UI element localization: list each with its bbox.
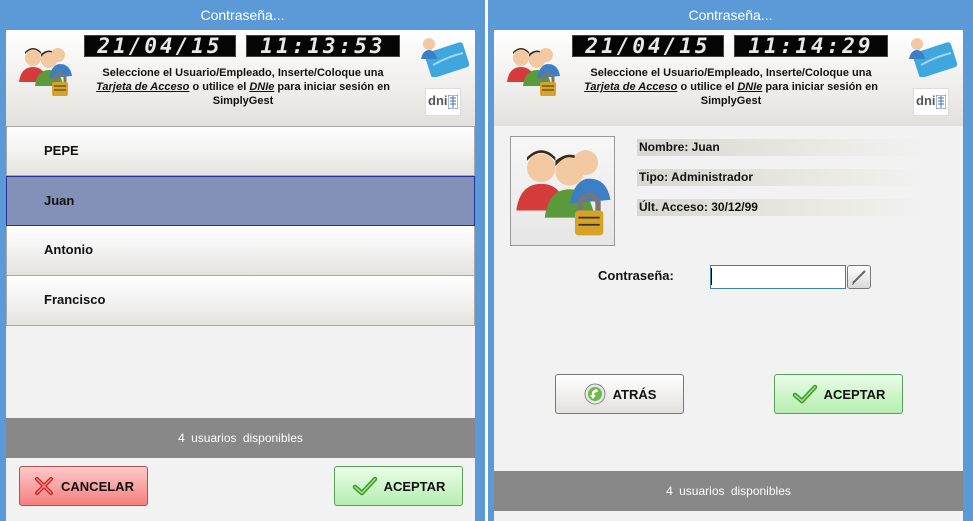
cancel-button[interactable]: CANCELAR <box>19 466 148 506</box>
instructions-text: Seleccione el Usuario/Empleado, Inserte/… <box>572 66 890 108</box>
user-row-antonio[interactable]: Antonio <box>6 226 475 276</box>
checkmark-icon <box>352 476 377 496</box>
keyboard-button[interactable] <box>847 265 871 289</box>
dnie-link[interactable]: DNIe <box>737 81 762 93</box>
instructions-mid: o utilice el <box>677 81 738 93</box>
dnie-logo: dni <box>425 88 461 116</box>
back-arrow-icon <box>584 383 606 405</box>
status-bar: 4 usuarios disponibles <box>494 471 963 511</box>
date-display: 21/04/15 <box>572 35 724 57</box>
header-panel: 21/04/15 11:13:53 Seleccione el Usuario/… <box>6 30 475 126</box>
accept-button-label: ACEPTAR <box>383 478 446 494</box>
window-client-area: 21/04/15 11:14:29 Seleccione el Usuario/… <box>494 30 963 521</box>
instructions-tail: para iniciar sesión en <box>274 81 390 93</box>
time-display: 11:14:29 <box>734 35 888 57</box>
dnie-logo: dni <box>913 88 949 116</box>
instructions-text: Seleccione el Usuario/Empleado, Inserte/… <box>84 66 402 108</box>
access-card-icon <box>421 38 469 77</box>
access-card-link[interactable]: Tarjeta de Acceso <box>584 81 677 93</box>
status-bar: 4 usuarios disponibles <box>6 418 475 458</box>
users-lock-icon <box>19 48 72 96</box>
password-input[interactable] <box>710 265 846 289</box>
password-label: Contraseña: <box>598 268 674 283</box>
user-type-info: Tipo: Administrador <box>637 169 927 186</box>
user-avatar <box>510 136 615 246</box>
date-display: 21/04/15 <box>84 35 236 57</box>
user-row-francisco[interactable]: Francisco <box>6 276 475 326</box>
login-window-user-list: Contraseña... 21/04/15 11:13:53 Seleccio… <box>0 0 485 521</box>
users-lock-icon <box>507 48 560 96</box>
instructions-tail: para iniciar sesión en <box>762 81 878 93</box>
instructions-app-name: SimplyGest <box>700 95 762 107</box>
back-button[interactable]: ATRÁS <box>555 374 684 414</box>
close-x-icon <box>35 477 54 495</box>
keyboard-pen-icon <box>852 270 866 285</box>
user-row-pepe[interactable]: PEPE <box>6 126 475 176</box>
instructions-line1: Seleccione el Usuario/Empleado, Inserte/… <box>102 67 384 79</box>
instructions-app-name: SimplyGest <box>212 95 274 107</box>
header-panel: 21/04/15 11:14:29 Seleccione el Usuario/… <box>494 30 963 126</box>
instructions-mid: o utilice el <box>189 81 250 93</box>
last-access-info: Últ. Acceso: 30/12/99 <box>637 199 927 216</box>
user-name-info: Nombre: Juan <box>637 139 927 156</box>
window-title: Contraseña... <box>200 7 285 23</box>
user-row-juan[interactable]: Juan <box>6 176 475 226</box>
user-list: PEPE Juan Antonio Francisco <box>6 126 475 326</box>
access-card-icon <box>909 38 957 77</box>
instructions-line1: Seleccione el Usuario/Empleado, Inserte/… <box>590 67 872 79</box>
window-client-area: 21/04/15 11:13:53 Seleccione el Usuario/… <box>6 30 475 521</box>
users-lock-icon <box>516 150 611 236</box>
accept-button-label: ACEPTAR <box>823 386 886 402</box>
access-card-link[interactable]: Tarjeta de Acceso <box>96 81 189 93</box>
time-display: 11:13:53 <box>246 35 400 57</box>
accept-button[interactable]: ACEPTAR <box>774 374 903 414</box>
accept-button[interactable]: ACEPTAR <box>334 466 463 506</box>
text-caret <box>711 268 712 285</box>
back-button-label: ATRÁS <box>612 386 657 402</box>
login-window-password: Contraseña... 21/04/15 11:14:29 Seleccio… <box>488 0 973 521</box>
checkmark-icon <box>792 384 817 404</box>
dnie-link[interactable]: DNIe <box>249 81 274 93</box>
cancel-button-label: CANCELAR <box>61 478 134 494</box>
window-title: Contraseña... <box>688 7 773 23</box>
